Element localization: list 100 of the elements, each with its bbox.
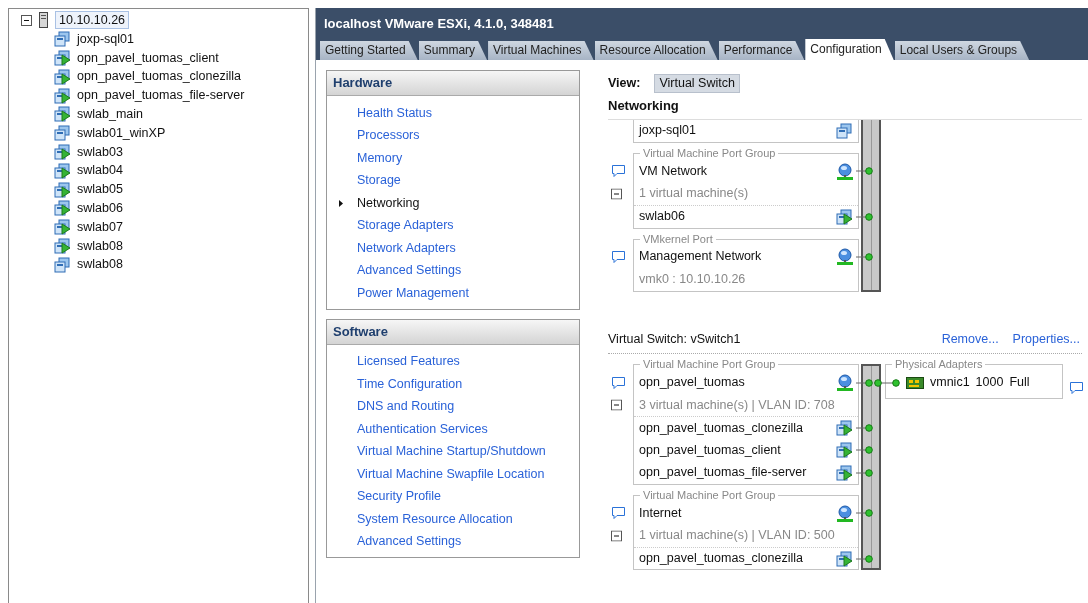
vm-running-icon	[54, 237, 71, 254]
vm-icon	[54, 125, 71, 142]
vm-name: opn_pavel_tuomas_file-server	[639, 464, 808, 482]
tab[interactable]: Performance	[718, 41, 805, 60]
vm-name: swlab06	[639, 208, 686, 226]
vm-running-icon	[836, 208, 853, 225]
section-link[interactable]: DNS and Routing	[327, 395, 579, 418]
collapse-icon[interactable]	[611, 188, 622, 200]
section-heading: Networking	[608, 96, 1082, 120]
vm-running-icon	[54, 143, 71, 160]
adapter-speed: 1000	[975, 374, 1004, 392]
port-connector	[856, 509, 874, 517]
comment-icon[interactable]	[1069, 380, 1084, 395]
view-label: View:	[608, 75, 641, 93]
tab[interactable]: Local Users & Groups	[894, 41, 1030, 60]
tree-item[interactable]: swlab07	[77, 217, 123, 237]
port-connector	[856, 424, 874, 432]
section-link[interactable]: Licensed Features	[327, 350, 579, 373]
section-link[interactable]: Storage Adapters	[327, 214, 579, 237]
section-link[interactable]: Storage	[327, 169, 579, 192]
vm-running-icon	[54, 200, 71, 217]
arrow-icon	[339, 199, 343, 207]
section-link[interactable]: Advanced Settings	[327, 259, 579, 282]
network-icon	[837, 162, 853, 180]
port-group-summary: 1 virtual machine(s)	[639, 185, 750, 203]
port-connector	[856, 468, 874, 477]
action-link[interactable]: Remove...	[941, 329, 999, 349]
section-link[interactable]: Advanced Settings	[327, 530, 579, 553]
section-link[interactable]: Power Management	[327, 282, 579, 305]
network-icon	[837, 248, 853, 266]
tree-item[interactable]: swlab08	[77, 255, 123, 275]
switch-title: Virtual Switch: vSwitch1	[608, 330, 741, 348]
section-link[interactable]: Processors	[327, 124, 579, 147]
comment-icon[interactable]	[611, 164, 626, 179]
collapse-icon[interactable]	[611, 399, 622, 411]
tree-item[interactable]: swlab08	[77, 236, 123, 256]
tab[interactable]: Configuration	[805, 39, 894, 60]
vm-running-icon	[54, 68, 71, 85]
vm-name: opn_pavel_tuomas_clonezilla	[639, 419, 804, 437]
tree-item[interactable]: swlab03	[77, 142, 123, 162]
tree-item[interactable]: opn_pavel_tuomas_clonezilla	[77, 67, 241, 87]
adapter-name: vmnic1	[930, 374, 970, 392]
port-group-type: Virtual Machine Port Group	[640, 357, 779, 372]
comment-icon[interactable]	[611, 506, 626, 520]
vm-name: opn_pavel_tuomas_client	[639, 441, 782, 459]
tree-item[interactable]: swlab04	[77, 161, 123, 181]
section-link[interactable]: Virtual Machine Swapfile Location	[327, 463, 579, 486]
vm-running-icon	[836, 442, 853, 458]
section-link[interactable]: Network Adapters	[327, 237, 579, 260]
vm-name: joxp-sql01	[639, 122, 697, 140]
tab[interactable]: Getting Started	[320, 41, 418, 60]
port-connector	[856, 167, 874, 176]
section-link[interactable]: Health Status	[327, 102, 579, 125]
section-header: Software	[327, 319, 579, 345]
vm-icon	[54, 31, 71, 48]
port-connector	[856, 554, 874, 563]
port-connector	[856, 378, 874, 387]
action-link[interactable]: Properties...	[1012, 329, 1080, 349]
tree-item[interactable]: swlab_main	[77, 105, 143, 124]
section-link[interactable]: Time Configuration	[327, 373, 579, 396]
tab[interactable]: Resource Allocation	[594, 41, 718, 60]
tree-item[interactable]: 10.10.10.26	[55, 11, 130, 30]
window-title: localhost VMware ESXi, 4.1.0, 348481	[316, 8, 1088, 38]
adapter-connector	[874, 377, 900, 388]
port-group-summary: 1 virtual machine(s) | VLAN ID: 500	[639, 527, 836, 545]
section-link[interactable]: Authentication Services	[327, 418, 579, 441]
section-link[interactable]: System Resource Allocation	[327, 508, 579, 531]
tree-item[interactable]: swlab05	[77, 180, 123, 199]
port-connector	[856, 446, 874, 454]
view-selector[interactable]: Virtual Switch	[654, 74, 740, 93]
vm-running-icon	[836, 420, 853, 436]
collapse-icon[interactable]	[611, 530, 622, 541]
port-connector	[856, 212, 874, 221]
server-icon	[38, 12, 49, 29]
port-group-name: VM Network	[639, 162, 709, 180]
section-header: Hardware	[327, 71, 579, 96]
section-link[interactable]: Memory	[327, 147, 579, 170]
vm-running-icon	[54, 106, 71, 123]
tree-item[interactable]: opn_pavel_tuomas_client	[77, 48, 219, 68]
collapse-icon[interactable]	[21, 14, 32, 26]
comment-icon[interactable]	[611, 249, 626, 264]
port-detail: vmk0 : 10.10.10.26	[639, 270, 747, 288]
tree-item[interactable]: opn_pavel_tuomas_file-server	[77, 86, 245, 105]
comment-icon[interactable]	[611, 375, 626, 390]
tab[interactable]: Summary	[418, 41, 488, 60]
vm-icon	[836, 122, 853, 139]
section-link[interactable]: Security Profile	[327, 485, 579, 508]
network-card-icon	[906, 375, 924, 390]
section-link[interactable]: Networking	[327, 192, 579, 215]
tab[interactable]: Virtual Machines	[488, 41, 594, 60]
network-icon	[837, 504, 853, 522]
tree-item[interactable]: swlab01_winXP	[77, 123, 166, 143]
adapter-duplex: Full	[1009, 374, 1030, 392]
vm-running-icon	[836, 550, 853, 567]
vm-running-icon	[54, 162, 71, 179]
section-link[interactable]: Virtual Machine Startup/Shutdown	[327, 440, 579, 463]
vm-running-icon	[836, 464, 853, 481]
tree-item[interactable]: joxp-sql01	[77, 29, 134, 49]
port-group-type: Virtual Machine Port Group	[640, 146, 779, 160]
tree-item[interactable]: swlab06	[77, 199, 123, 218]
